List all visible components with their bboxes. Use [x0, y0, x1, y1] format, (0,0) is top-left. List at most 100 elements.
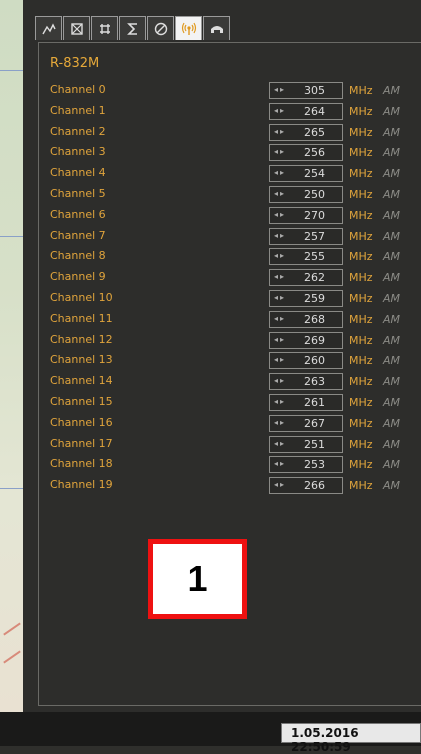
frequency-value[interactable]: 255 — [304, 250, 325, 263]
frequency-value[interactable]: 262 — [304, 271, 325, 284]
frequency-value[interactable]: 251 — [304, 438, 325, 451]
channel-label: Channel 7 — [50, 228, 106, 242]
frequency-value[interactable]: 305 — [304, 84, 325, 97]
spin-arrows-icon[interactable]: ◂▸ — [274, 147, 286, 156]
tab-no-entry[interactable] — [147, 16, 174, 40]
spin-arrows-icon[interactable]: ◂▸ — [274, 439, 286, 448]
frequency-value[interactable]: 268 — [304, 313, 325, 326]
frequency-value[interactable]: 263 — [304, 375, 325, 388]
channel-label: Channel 15 — [50, 395, 113, 408]
frequency-spinbox[interactable]: ◂▸ 250 — [269, 186, 343, 203]
frequency-spinbox[interactable]: ◂▸ 254 — [269, 165, 343, 183]
frequency-unit: MHz — [349, 479, 373, 493]
modulation-mode[interactable]: AM — [383, 438, 400, 451]
spin-arrows-icon[interactable]: ◂▸ — [274, 85, 286, 94]
modulation-mode[interactable]: AM — [383, 167, 400, 180]
spin-arrows-icon[interactable]: ◂▸ — [274, 355, 286, 364]
frequency-spinbox[interactable]: ◂▸ 257 — [269, 227, 343, 245]
frequency-value[interactable]: 254 — [304, 167, 325, 180]
modulation-mode[interactable]: AM — [383, 230, 400, 243]
frequency-spinbox[interactable]: ◂▸ 261 — [269, 394, 343, 411]
frequency-value[interactable]: 269 — [304, 334, 325, 347]
frequency-value[interactable]: 264 — [304, 105, 325, 118]
modulation-mode[interactable]: AM — [383, 396, 400, 409]
modulation-mode[interactable]: AM — [383, 313, 400, 326]
spin-arrows-icon[interactable]: ◂▸ — [274, 335, 286, 344]
modulation-mode[interactable]: AM — [383, 105, 400, 118]
frequency-value[interactable]: 266 — [304, 479, 325, 492]
modulation-mode[interactable]: AM — [383, 292, 400, 305]
spin-arrows-icon[interactable]: ◂▸ — [274, 480, 286, 489]
channel-label: Channel 12 — [50, 332, 113, 346]
modulation-mode[interactable]: AM — [383, 126, 400, 139]
frequency-spinbox[interactable]: ◂▸ 268 — [269, 310, 343, 328]
spin-arrows-icon[interactable]: ◂▸ — [274, 459, 286, 468]
spin-arrows-icon[interactable]: ◂▸ — [274, 231, 286, 240]
modulation-mode[interactable]: AM — [383, 334, 400, 347]
frequency-value[interactable]: 270 — [304, 209, 325, 222]
modulation-mode[interactable]: AM — [383, 188, 400, 201]
frequency-spinbox[interactable]: ◂▸ 267 — [269, 414, 343, 432]
tab-target[interactable] — [63, 16, 90, 40]
frequency-spinbox[interactable]: ◂▸ 270 — [269, 206, 343, 224]
tab-radio[interactable] — [175, 16, 202, 40]
modulation-mode[interactable]: AM — [383, 479, 400, 492]
frequency-value[interactable]: 260 — [304, 354, 325, 367]
frequency-spinbox[interactable]: ◂▸ 264 — [269, 102, 343, 120]
modulation-mode[interactable]: AM — [383, 146, 400, 159]
spin-arrows-icon[interactable]: ◂▸ — [274, 127, 286, 136]
frequency-value[interactable]: 257 — [304, 230, 325, 243]
frequency-value[interactable]: 265 — [304, 126, 325, 139]
modulation-mode[interactable]: AM — [383, 250, 400, 263]
spin-arrows-icon[interactable]: ◂▸ — [274, 293, 286, 302]
frequency-spinbox[interactable]: ◂▸ 260 — [269, 352, 343, 370]
tab-command[interactable] — [91, 16, 118, 40]
frequency-value[interactable]: 253 — [304, 458, 325, 471]
frequency-spinbox[interactable]: ◂▸ 265 — [269, 123, 343, 141]
spin-arrows-icon[interactable]: ◂▸ — [274, 189, 286, 198]
tab-hangar[interactable] — [203, 16, 230, 40]
tab-sigma[interactable] — [119, 16, 146, 40]
frequency-spinbox[interactable]: ◂▸ 251 — [269, 435, 343, 453]
frequency-spinbox[interactable]: ◂▸ 262 — [269, 269, 343, 287]
frequency-value[interactable]: 256 — [304, 146, 325, 159]
spin-arrows-icon[interactable]: ◂▸ — [274, 210, 286, 219]
frequency-unit: MHz — [349, 333, 373, 347]
modulation-mode[interactable]: AM — [383, 271, 400, 284]
frequency-value[interactable]: 259 — [304, 292, 325, 305]
frequency-unit: MHz — [349, 458, 373, 472]
spin-arrows-icon[interactable]: ◂▸ — [274, 376, 286, 385]
frequency-unit: MHz — [349, 208, 373, 222]
modulation-mode[interactable]: AM — [383, 458, 400, 471]
frequency-value[interactable]: 261 — [304, 396, 325, 409]
frequency-value[interactable]: 250 — [304, 188, 325, 201]
modulation-mode[interactable]: AM — [383, 84, 400, 97]
spin-arrows-icon[interactable]: ◂▸ — [274, 272, 286, 281]
frequency-unit: MHz — [349, 354, 373, 368]
spin-arrows-icon[interactable]: ◂▸ — [274, 106, 286, 115]
spin-arrows-icon[interactable]: ◂▸ — [274, 397, 286, 406]
spin-arrows-icon[interactable]: ◂▸ — [274, 418, 286, 427]
frequency-spinbox[interactable]: ◂▸ 305 — [269, 82, 343, 99]
frequency-value[interactable]: 267 — [304, 417, 325, 430]
modulation-mode[interactable]: AM — [383, 375, 400, 388]
frequency-spinbox[interactable]: ◂▸ 269 — [269, 331, 343, 349]
channel-label: Channel 9 — [50, 270, 106, 284]
spin-arrows-icon[interactable]: ◂▸ — [274, 251, 286, 260]
spin-arrows-icon[interactable]: ◂▸ — [274, 168, 286, 177]
modulation-mode[interactable]: AM — [383, 417, 400, 430]
channel-label: Channel 14 — [50, 374, 113, 388]
frequency-spinbox[interactable]: ◂▸ 255 — [269, 248, 343, 266]
channel-row: Channel 18 ◂▸ 253 MHz AM — [50, 456, 421, 474]
channel-label: Channel 2 — [50, 124, 106, 138]
frequency-spinbox[interactable]: ◂▸ 256 — [269, 144, 343, 162]
frequency-spinbox[interactable]: ◂▸ 263 — [269, 373, 343, 391]
frequency-spinbox[interactable]: ◂▸ 259 — [269, 290, 343, 307]
modulation-mode[interactable]: AM — [383, 209, 400, 222]
tab-wrench[interactable] — [35, 16, 62, 40]
modulation-mode[interactable]: AM — [383, 354, 400, 367]
spin-arrows-icon[interactable]: ◂▸ — [274, 314, 286, 323]
command-icon — [99, 23, 110, 34]
frequency-spinbox[interactable]: ◂▸ 253 — [269, 456, 343, 474]
frequency-spinbox[interactable]: ◂▸ 266 — [269, 477, 343, 495]
